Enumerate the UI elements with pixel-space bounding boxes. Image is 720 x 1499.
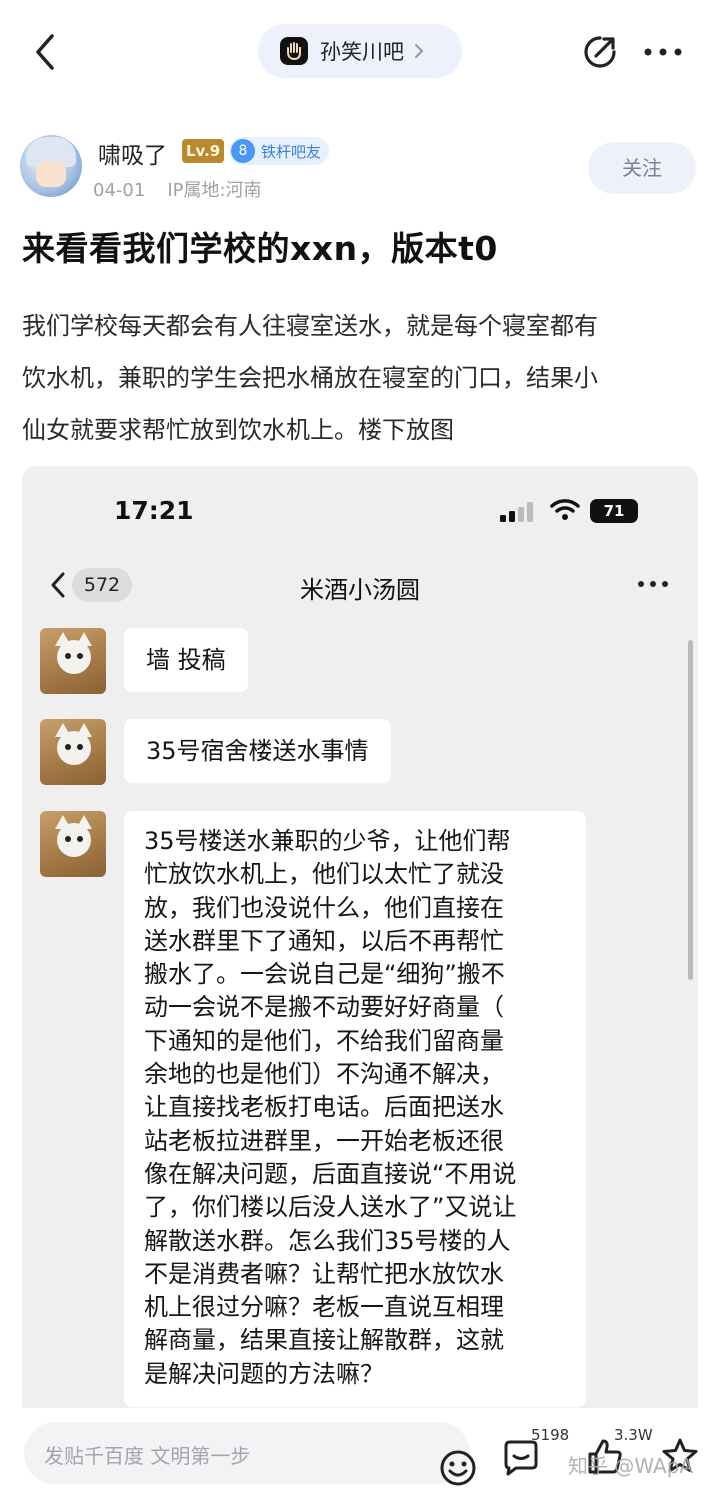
post-body-line: 我们学校每天都会有人往寝室送水，就是每个寝室都有: [22, 312, 598, 340]
sender-avatar: [40, 628, 106, 694]
fan-level: 8: [231, 139, 255, 163]
message-line: 机上很过分嘛？老板一直说互相理: [144, 1293, 504, 1322]
status-time: 17:21: [114, 496, 194, 525]
message-line: 35号楼送水兼职的少爷，让他们帮: [144, 827, 511, 855]
comment-placeholder: 发贴千百度 文明第一步: [44, 1444, 251, 1468]
author-name[interactable]: 啸吸了: [98, 136, 167, 170]
message-line: 搬水了。一会说自己是“细狗”搬不: [144, 960, 505, 989]
post-ip: IP属地:河南: [167, 180, 262, 201]
emoji-icon[interactable]: [438, 1448, 478, 1488]
signal-icon: [500, 502, 533, 522]
chat-title: 米酒小汤圆: [300, 576, 420, 604]
post-title: 来看看我们学校的xxn，版本t0: [22, 229, 498, 268]
more-icon[interactable]: [640, 40, 686, 64]
post-body-line: 仙女就要求帮忙放到饮水机上。楼下放图: [22, 416, 454, 444]
message-line: 解商量，结果直接让解散群，这就: [144, 1326, 504, 1355]
follow-button[interactable]: 关注: [588, 142, 696, 194]
message-bubble: 墙 投稿: [124, 628, 248, 692]
top-nav: 孙笑川吧: [0, 0, 720, 100]
message-line: 是解决问题的方法嘛？: [144, 1359, 384, 1388]
like-count: 3.3W: [614, 1426, 653, 1444]
level-badge: Lv.9: [182, 139, 225, 163]
fan-label: 铁杆吧友: [261, 142, 322, 161]
sender-avatar: [40, 719, 106, 785]
message-line: 余地的也是他们）不沟通不解决，: [144, 1060, 504, 1089]
forum-logo-icon: [280, 37, 308, 65]
message-bubble: 35号宿舍楼送水事情: [124, 719, 391, 783]
share-icon[interactable]: [578, 30, 622, 74]
message-line: 动一会说不是搬不动要好好商量（: [144, 993, 504, 1022]
sender-avatar: [40, 811, 106, 877]
message-text: 墙 投稿: [146, 646, 226, 674]
post-image[interactable]: 17:21 71 572 米酒小汤圆 墙 投稿 35号宿舍楼送水事情 35号楼送…: [22, 466, 698, 1426]
chat-more-icon: [638, 581, 668, 587]
message-line: 像在解决问题，后面直接说“不用说: [144, 1159, 517, 1188]
message-line: 不是消费者嘛？让帮忙把水放饮水: [144, 1259, 504, 1288]
back-icon[interactable]: [26, 30, 66, 74]
comment-icon[interactable]: [500, 1438, 542, 1478]
battery-indicator: 71: [590, 499, 638, 523]
post-meta: 04-01 IP属地:河南: [93, 176, 262, 202]
post-body-line: 饮水机，兼职的学生会把水桶放在寝室的门口，结果小: [22, 364, 598, 392]
message-line: 忙放饮水机上，他们以太忙了就没: [144, 860, 504, 889]
message-line: 送水群里下了通知，以后不再帮忙: [144, 926, 504, 955]
watermark: 知乎 @WApA: [568, 1454, 694, 1478]
wifi-icon: [550, 499, 580, 520]
forum-entry-button[interactable]: 孙笑川吧: [258, 24, 462, 78]
comment-count: 5198: [531, 1426, 570, 1444]
message-line: 站老板拉进群里，一开始老板还很: [144, 1126, 504, 1155]
scrollbar: [688, 640, 693, 980]
forum-name: 孙笑川吧: [320, 40, 404, 64]
fan-badge: 8 铁杆吧友: [229, 137, 330, 165]
message-line: 下通知的是他们，不给我们留商量: [144, 1026, 504, 1055]
comment-input[interactable]: 发贴千百度 文明第一步: [24, 1422, 476, 1486]
message-bubble: 35号楼送水兼职的少爷，让他们帮 忙放饮水机上，他们以太忙了就没 放，我们也没说…: [124, 811, 586, 1408]
message-line: 了，你们楼以后没人送水了”又说让: [144, 1193, 517, 1222]
message-line: 让直接找老板打电话。后面把送水: [144, 1093, 504, 1122]
bottom-bar: 发贴千百度 文明第一步 5198 3.3W 知乎 @WApA: [0, 1408, 720, 1499]
message-line: 放，我们也没说什么，他们直接在: [144, 893, 504, 922]
post-body: 我们学校每天都会有人往寝室送水，就是每个寝室都有 饮水机，兼职的学生会把水桶放在…: [22, 300, 702, 456]
chevron-right-icon: [415, 44, 424, 58]
author-avatar[interactable]: [20, 135, 82, 197]
message-line: 解散送水群。怎么我们35号楼的人: [144, 1226, 511, 1255]
message-text: 35号宿舍楼送水事情: [146, 737, 369, 765]
post-date: 04-01: [93, 180, 146, 201]
